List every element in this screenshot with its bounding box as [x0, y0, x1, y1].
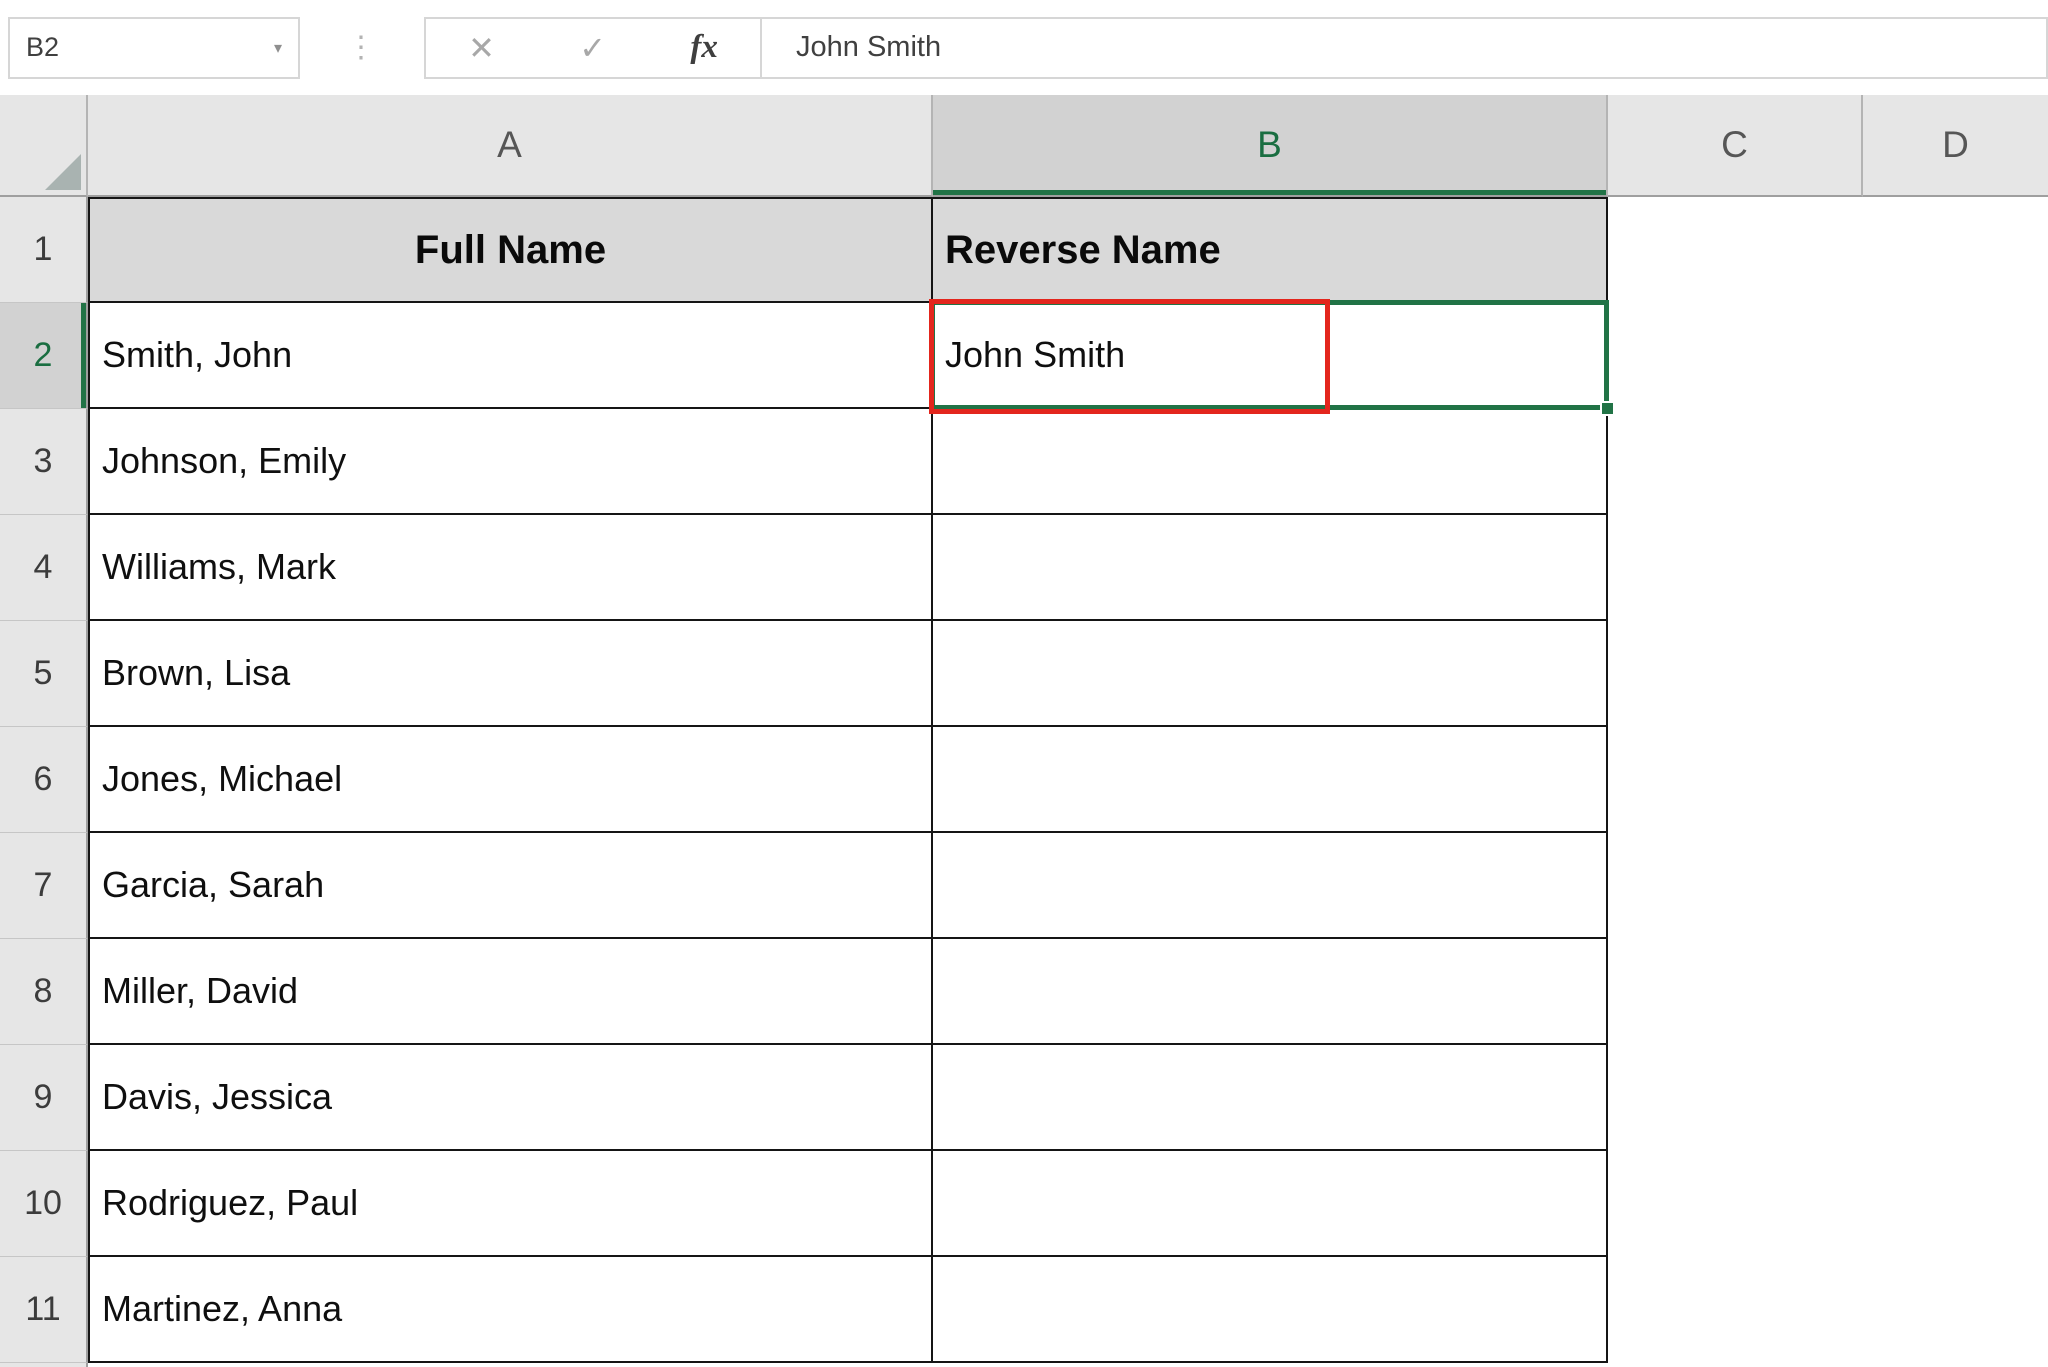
cell-a9[interactable]: Davis, Jessica: [88, 1045, 933, 1151]
cell-b5[interactable]: [933, 621, 1608, 727]
sheet-grid: A B C D 1 Full Name Reverse Name 2 Smith…: [0, 95, 2048, 1367]
formula-bar: B2 ▾ ⋮ ✕ ✓ fx John Smith: [0, 0, 2048, 95]
fill-handle[interactable]: [1600, 401, 1615, 416]
row-header-1[interactable]: 1: [0, 197, 88, 303]
name-box-dropdown-icon[interactable]: ▾: [274, 38, 298, 58]
select-all-corner[interactable]: [0, 95, 88, 197]
cell-a5-text: Brown, Lisa: [102, 652, 290, 694]
cell-b11[interactable]: [933, 1257, 1608, 1363]
table-row: 8 Miller, David: [0, 939, 2048, 1045]
enter-icon[interactable]: ✓: [579, 29, 606, 67]
cell-a3-text: Johnson, Emily: [102, 440, 346, 482]
cancel-icon[interactable]: ✕: [468, 29, 495, 67]
cell-a2[interactable]: Smith, John: [88, 303, 933, 409]
cell-b2-selected[interactable]: John Smith: [933, 303, 1608, 409]
cell-b2-text: John Smith: [945, 334, 1125, 376]
table-row: 9 Davis, Jessica: [0, 1045, 2048, 1151]
cell-a10-text: Rodriguez, Paul: [102, 1182, 358, 1224]
cell-a4[interactable]: Williams, Mark: [88, 515, 933, 621]
formula-bar-buttons: ✕ ✓ fx: [424, 17, 762, 79]
cell-b8[interactable]: [933, 939, 1608, 1045]
cell-a11[interactable]: Martinez, Anna: [88, 1257, 933, 1363]
cell-b10[interactable]: [933, 1151, 1608, 1257]
cell-a1-text: Full Name: [415, 228, 606, 273]
table-row: [0, 1363, 2048, 1367]
cell-a6-text: Jones, Michael: [102, 758, 342, 800]
name-box[interactable]: B2 ▾: [8, 17, 300, 79]
row-header-2[interactable]: 2: [0, 303, 88, 409]
row-header-11[interactable]: 11: [0, 1257, 88, 1363]
cell-a5[interactable]: Brown, Lisa: [88, 621, 933, 727]
cell-b3[interactable]: [933, 409, 1608, 515]
row-header-5[interactable]: 5: [0, 621, 88, 727]
column-header-a[interactable]: A: [88, 95, 933, 197]
cell-b6[interactable]: [933, 727, 1608, 833]
formula-input[interactable]: John Smith: [762, 17, 2048, 79]
cell-b9[interactable]: [933, 1045, 1608, 1151]
spreadsheet-app: B2 ▾ ⋮ ✕ ✓ fx John Smith A B C D 1 F: [0, 0, 2048, 1367]
row-header-12-partial[interactable]: [0, 1363, 88, 1367]
cell-b4[interactable]: [933, 515, 1608, 621]
cell-a10[interactable]: Rodriguez, Paul: [88, 1151, 933, 1257]
table-row: 11 Martinez, Anna: [0, 1257, 2048, 1363]
cell-a4-text: Williams, Mark: [102, 546, 336, 588]
row-header-7[interactable]: 7: [0, 833, 88, 939]
select-all-triangle-icon: [45, 154, 81, 190]
cell-a7-text: Garcia, Sarah: [102, 864, 324, 906]
cell-a2-text: Smith, John: [102, 334, 292, 376]
row-header-6[interactable]: 6: [0, 727, 88, 833]
cell-b1-text: Reverse Name: [945, 228, 1221, 273]
row-header-9[interactable]: 9: [0, 1045, 88, 1151]
cell-a9-text: Davis, Jessica: [102, 1076, 332, 1118]
table-row: 6 Jones, Michael: [0, 727, 2048, 833]
table-row: 2 Smith, John John Smith: [0, 303, 2048, 409]
table-row: 7 Garcia, Sarah: [0, 833, 2048, 939]
table-row: 4 Williams, Mark: [0, 515, 2048, 621]
column-header-b[interactable]: B: [933, 95, 1608, 197]
cell-a11-text: Martinez, Anna: [102, 1288, 342, 1330]
formula-bar-drag-handle-icon[interactable]: ⋮: [346, 33, 376, 63]
table-row: 3 Johnson, Emily: [0, 409, 2048, 515]
insert-function-icon[interactable]: fx: [690, 29, 718, 66]
table-row: 1 Full Name Reverse Name: [0, 197, 2048, 303]
cell-b7[interactable]: [933, 833, 1608, 939]
table-row: 5 Brown, Lisa: [0, 621, 2048, 727]
cell-a8[interactable]: Miller, David: [88, 939, 933, 1045]
cell-a6[interactable]: Jones, Michael: [88, 727, 933, 833]
row-header-10[interactable]: 10: [0, 1151, 88, 1257]
name-box-value[interactable]: B2: [10, 32, 274, 63]
table-row: 10 Rodriguez, Paul: [0, 1151, 2048, 1257]
column-header-c[interactable]: C: [1608, 95, 1863, 197]
row-header-3[interactable]: 3: [0, 409, 88, 515]
formula-input-value: John Smith: [796, 31, 941, 64]
row-header-4[interactable]: 4: [0, 515, 88, 621]
row-header-8[interactable]: 8: [0, 939, 88, 1045]
cell-a1[interactable]: Full Name: [88, 197, 933, 303]
column-header-row: A B C D: [0, 95, 2048, 197]
cell-a7[interactable]: Garcia, Sarah: [88, 833, 933, 939]
column-header-d[interactable]: D: [1863, 95, 2048, 197]
cell-a3[interactable]: Johnson, Emily: [88, 409, 933, 515]
cell-a8-text: Miller, David: [102, 970, 298, 1012]
cell-b1[interactable]: Reverse Name: [933, 197, 1608, 303]
